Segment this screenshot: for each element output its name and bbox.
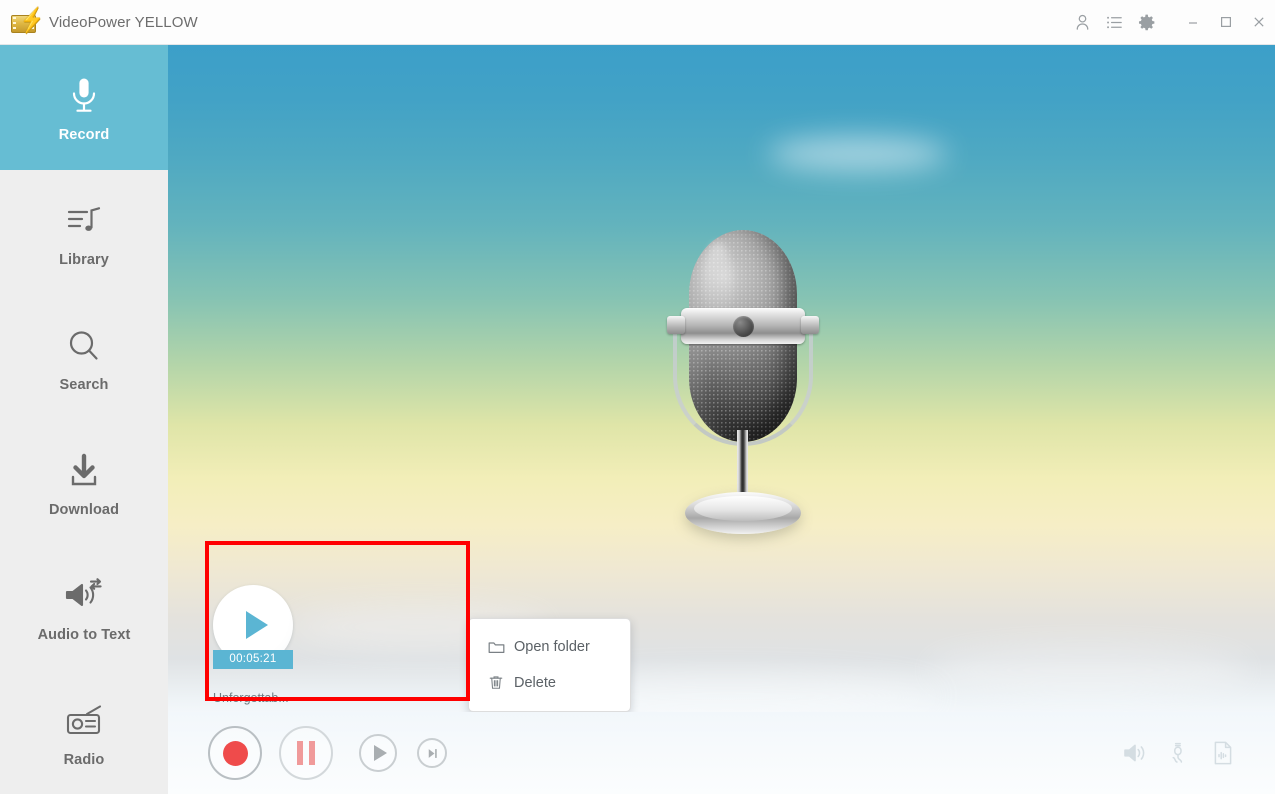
context-menu-item-delete[interactable]: Delete <box>469 665 630 701</box>
sidebar-item-audio-to-text[interactable]: Audio to Text <box>0 545 168 670</box>
next-button[interactable] <box>417 738 447 768</box>
microphone-plug-icon[interactable] <box>1157 731 1201 775</box>
speaker-icon[interactable] <box>1113 731 1157 775</box>
sidebar-item-library[interactable]: Library <box>0 170 168 295</box>
microphone-icon <box>67 73 101 119</box>
recording-play-thumbnail[interactable]: 00:05:21 <box>213 585 293 669</box>
microphone-illustration <box>663 230 823 550</box>
recording-context-menu: Open folder Delete <box>468 618 631 712</box>
pause-icon <box>294 741 318 765</box>
sidebar-item-label: Record <box>58 126 110 143</box>
cloud-decoration <box>928 645 1248 695</box>
audio-file-icon[interactable] <box>1201 731 1245 775</box>
trash-icon <box>488 675 514 691</box>
cloud-decoration <box>768 137 948 171</box>
search-icon <box>66 323 102 369</box>
play-icon <box>374 745 387 761</box>
sidebar-item-label: Download <box>48 501 120 518</box>
settings-gear-icon[interactable] <box>1130 0 1162 45</box>
radio-icon <box>63 698 105 744</box>
videopower-bolt-icon: ⚡ <box>10 9 44 35</box>
maximize-button[interactable] <box>1209 0 1242 45</box>
record-dot-icon <box>222 740 248 766</box>
context-menu-item-open-folder[interactable]: Open folder <box>469 629 630 665</box>
recording-item[interactable]: 00:05:21 Unforgettab... <box>213 585 293 705</box>
sidebar-item-label: Audio to Text <box>37 626 131 643</box>
audio-to-text-icon <box>63 573 105 619</box>
pause-button[interactable] <box>279 726 333 780</box>
sidebar-item-label: Search <box>59 376 109 393</box>
title-bar: ⚡ VideoPower YELLOW <box>0 0 1275 45</box>
context-menu-item-label: Delete <box>514 675 556 691</box>
title-bar-icon-group <box>1066 0 1275 45</box>
sidebar-item-label: Library <box>59 251 109 268</box>
skip-next-icon <box>428 748 437 758</box>
context-menu-item-label: Open folder <box>514 639 590 655</box>
play-button[interactable] <box>359 734 397 772</box>
window-title: VideoPower YELLOW <box>49 13 198 31</box>
recording-name: Unforgettab... <box>213 691 289 705</box>
sidebar-item-record[interactable]: Record <box>0 45 168 170</box>
sidebar-item-label: Radio <box>63 751 105 768</box>
sidebar-item-radio[interactable]: Radio <box>0 670 168 794</box>
play-icon <box>245 611 268 639</box>
music-list-icon <box>65 198 103 244</box>
task-list-icon[interactable] <box>1098 0 1130 45</box>
download-icon <box>65 448 103 494</box>
videopower-yellow-window: ⚡ VideoPower YELLOW Record Library Searc… <box>0 0 1275 794</box>
record-button[interactable] <box>208 726 262 780</box>
account-icon[interactable] <box>1066 0 1098 45</box>
sidebar-item-download[interactable]: Download <box>0 420 168 545</box>
transport-utility-icons <box>1113 731 1245 775</box>
transport-controls <box>208 726 447 780</box>
sidebar: Record Library Search Download Audio to … <box>0 45 168 794</box>
recording-duration: 00:05:21 <box>213 650 293 669</box>
close-button[interactable] <box>1242 0 1275 45</box>
transport-bar <box>168 712 1275 794</box>
sidebar-item-search[interactable]: Search <box>0 295 168 420</box>
folder-icon <box>488 640 514 655</box>
minimize-button[interactable] <box>1176 0 1209 45</box>
main-stage: 00:05:21 Unforgettab... Open folder Dele… <box>168 45 1275 712</box>
